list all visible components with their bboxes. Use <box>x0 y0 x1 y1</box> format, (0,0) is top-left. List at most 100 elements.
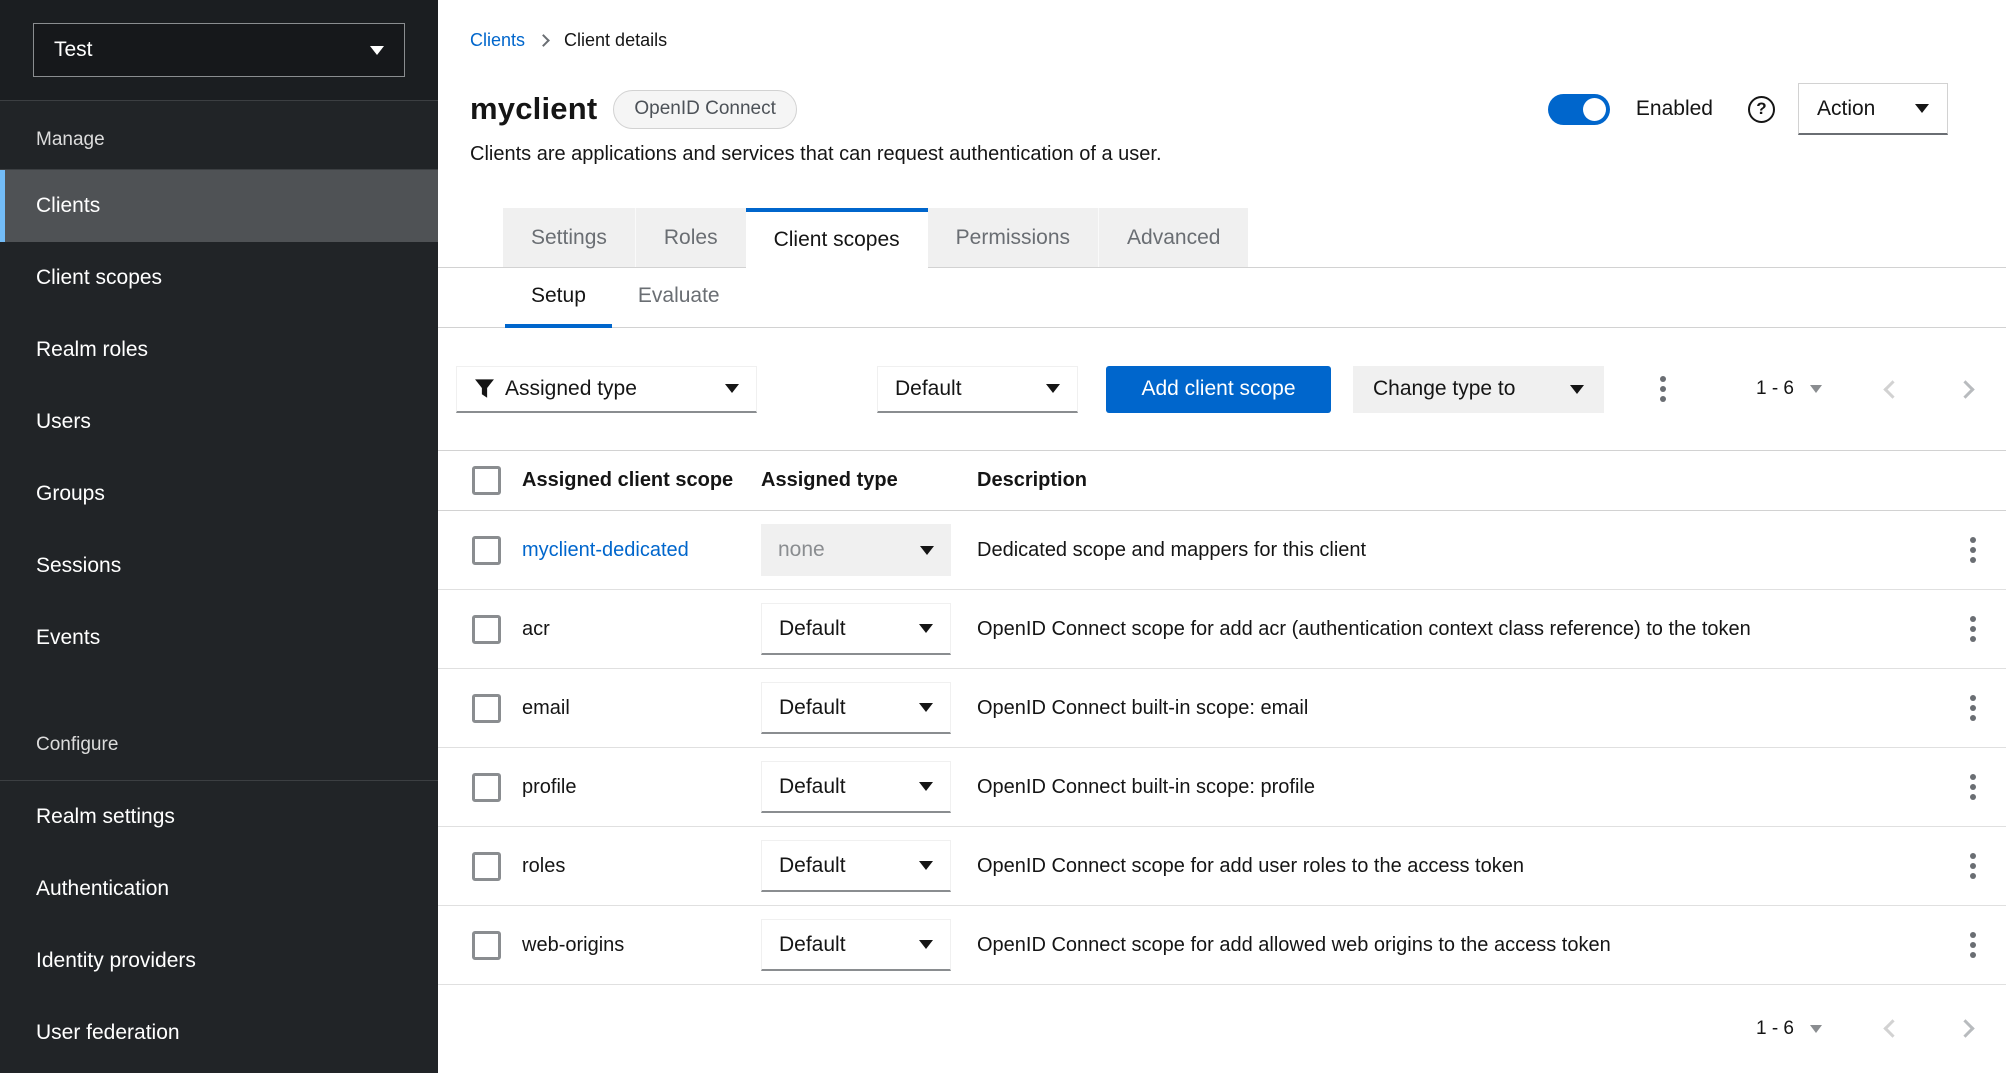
row-checkbox[interactable] <box>472 852 501 881</box>
chevron-down-icon <box>1046 384 1060 393</box>
sidebar-item-events[interactable]: Events <box>0 602 438 674</box>
row-kebab-menu[interactable] <box>1962 685 1984 731</box>
row-checkbox[interactable] <box>472 694 501 723</box>
previous-page-icon[interactable] <box>1883 1019 1901 1037</box>
pagination-top: 1 - 6 <box>1756 378 1972 400</box>
scope-description: OpenID Connect built-in scope: profile <box>977 776 1315 798</box>
action-dropdown[interactable]: Action <box>1798 83 1948 135</box>
assigned-type-select: none <box>761 524 951 576</box>
assigned-type-value: Default <box>779 696 846 720</box>
assigned-type-select[interactable]: Default <box>761 682 951 734</box>
row-checkbox[interactable] <box>472 536 501 565</box>
sidebar-item-realm-settings[interactable]: Realm settings <box>0 781 438 853</box>
filter-value-dropdown[interactable]: Default <box>877 366 1078 413</box>
breadcrumb-link-clients[interactable]: Clients <box>470 30 525 51</box>
sidebar-item-clients[interactable]: Clients <box>0 170 438 242</box>
breadcrumb-separator-icon <box>537 34 550 47</box>
filter-value-label: Default <box>895 377 962 401</box>
sidebar-item-realm-roles[interactable]: Realm roles <box>0 314 438 386</box>
realm-selector[interactable]: Test <box>33 23 405 77</box>
row-kebab-menu[interactable] <box>1962 843 1984 889</box>
pagination-range[interactable]: 1 - 6 <box>1756 1018 1794 1040</box>
sidebar-item-identity-providers[interactable]: Identity providers <box>0 925 438 997</box>
table-row-myclient-dedicated: myclient-dedicated none Dedicated scope an… <box>438 511 2006 590</box>
chevron-down-icon <box>920 546 934 555</box>
enabled-toggle[interactable] <box>1548 94 1610 125</box>
row-kebab-menu[interactable] <box>1962 922 1984 968</box>
assigned-type-select[interactable]: Default <box>761 761 951 813</box>
row-checkbox[interactable] <box>472 615 501 644</box>
chevron-down-icon <box>1570 385 1584 394</box>
row-checkbox[interactable] <box>472 773 501 802</box>
sidebar-item-sessions[interactable]: Sessions <box>0 530 438 602</box>
row-kebab-menu[interactable] <box>1962 606 1984 652</box>
scope-name: web-origins <box>522 934 624 956</box>
column-header-description: Description <box>977 451 1934 511</box>
scope-description: OpenID Connect scope for add user roles … <box>977 855 1524 877</box>
assigned-type-select[interactable]: Default <box>761 840 951 892</box>
sidebar-item-authentication[interactable]: Authentication <box>0 853 438 925</box>
protocol-badge: OpenID Connect <box>613 90 797 129</box>
keycloak-admin-console: Test ManageClientsClient scopesRealm rol… <box>0 0 2006 1073</box>
subtab-setup[interactable]: Setup <box>505 268 612 328</box>
scope-name: acr <box>522 618 550 640</box>
action-dropdown-label: Action <box>1817 97 1875 121</box>
nav-group-label-manage: Manage <box>0 101 438 170</box>
sidebar-item-users[interactable]: Users <box>0 386 438 458</box>
column-header-assigned-client-scope: Assigned client scope <box>522 451 761 511</box>
tab-permissions[interactable]: Permissions <box>928 208 1098 267</box>
column-header-assigned-type: Assigned type <box>761 451 977 511</box>
next-page-icon[interactable] <box>1956 380 1974 398</box>
nav-section-configure: ConfigureRealm settingsAuthenticationIde… <box>0 674 438 1069</box>
assigned-type-value: Default <box>779 933 846 957</box>
assigned-type-filter-dropdown[interactable]: Assigned type <box>456 366 757 413</box>
realm-name: Test <box>54 38 93 62</box>
sidebar-item-user-federation[interactable]: User federation <box>0 997 438 1069</box>
pagination-range[interactable]: 1 - 6 <box>1756 378 1794 400</box>
sidebar-item-groups[interactable]: Groups <box>0 458 438 530</box>
sidebar: Test ManageClientsClient scopesRealm rol… <box>0 0 438 1073</box>
row-kebab-menu[interactable] <box>1962 527 1984 573</box>
client-tabs: SettingsRolesClient scopesPermissionsAdv… <box>438 208 2006 268</box>
tab-advanced[interactable]: Advanced <box>1098 208 1248 267</box>
page-title: myclient <box>470 91 597 127</box>
client-scopes-table: Assigned client scope Assigned type Desc… <box>438 450 2006 985</box>
change-type-label: Change type to <box>1373 377 1515 401</box>
chevron-down-icon <box>919 624 933 633</box>
table-row-email: emailDefaultOpenID Connect built-in scop… <box>438 669 2006 748</box>
row-checkbox[interactable] <box>472 931 501 960</box>
breadcrumb: Clients Client details <box>470 0 1974 51</box>
table-header-row: Assigned client scope Assigned type Desc… <box>438 451 2006 511</box>
previous-page-icon[interactable] <box>1883 380 1901 398</box>
scope-name: profile <box>522 776 576 798</box>
client-scopes-subtabs: SetupEvaluate <box>438 268 2006 328</box>
help-icon[interactable]: ? <box>1748 96 1775 123</box>
scope-description: Dedicated scope and mappers for this cli… <box>977 539 1366 561</box>
pagination-caret-icon[interactable] <box>1810 1025 1822 1033</box>
pagination-bottom: 1 - 6 <box>1756 1018 1972 1040</box>
sidebar-item-client-scopes[interactable]: Client scopes <box>0 242 438 314</box>
next-page-icon[interactable] <box>1956 1019 1974 1037</box>
subtab-evaluate[interactable]: Evaluate <box>612 268 746 328</box>
tab-roles[interactable]: Roles <box>635 208 746 267</box>
nav-section-manage: ManageClientsClient scopesRealm rolesUse… <box>0 101 438 674</box>
scope-link[interactable]: myclient-dedicated <box>522 539 689 561</box>
pagination-caret-icon[interactable] <box>1810 385 1822 393</box>
assigned-type-select[interactable]: Default <box>761 919 951 971</box>
title-row: myclient OpenID Connect Enabled ? Action <box>470 83 1974 135</box>
assigned-type-select[interactable]: Default <box>761 603 951 655</box>
scope-name: roles <box>522 855 565 877</box>
tab-client-scopes[interactable]: Client scopes <box>746 208 928 268</box>
table-toolbar: Assigned type Default Add client scope C… <box>438 328 2006 450</box>
select-all-checkbox[interactable] <box>472 466 501 495</box>
toolbar-kebab-menu[interactable] <box>1652 366 1674 412</box>
chevron-down-icon <box>725 384 739 393</box>
chevron-down-icon <box>1915 104 1929 113</box>
table-row-profile: profile Default OpenID Connect built-in sc… <box>438 748 2006 827</box>
row-kebab-menu[interactable] <box>1962 764 1984 810</box>
tab-settings[interactable]: Settings <box>503 208 635 267</box>
change-type-to-dropdown[interactable]: Change type to <box>1353 366 1604 413</box>
table-row-web-origins: web-origins Default OpenID Connect scope f… <box>438 906 2006 985</box>
scope-description: OpenID Connect scope for add allowed web… <box>977 934 1611 956</box>
add-client-scope-button[interactable]: Add client scope <box>1106 366 1331 413</box>
